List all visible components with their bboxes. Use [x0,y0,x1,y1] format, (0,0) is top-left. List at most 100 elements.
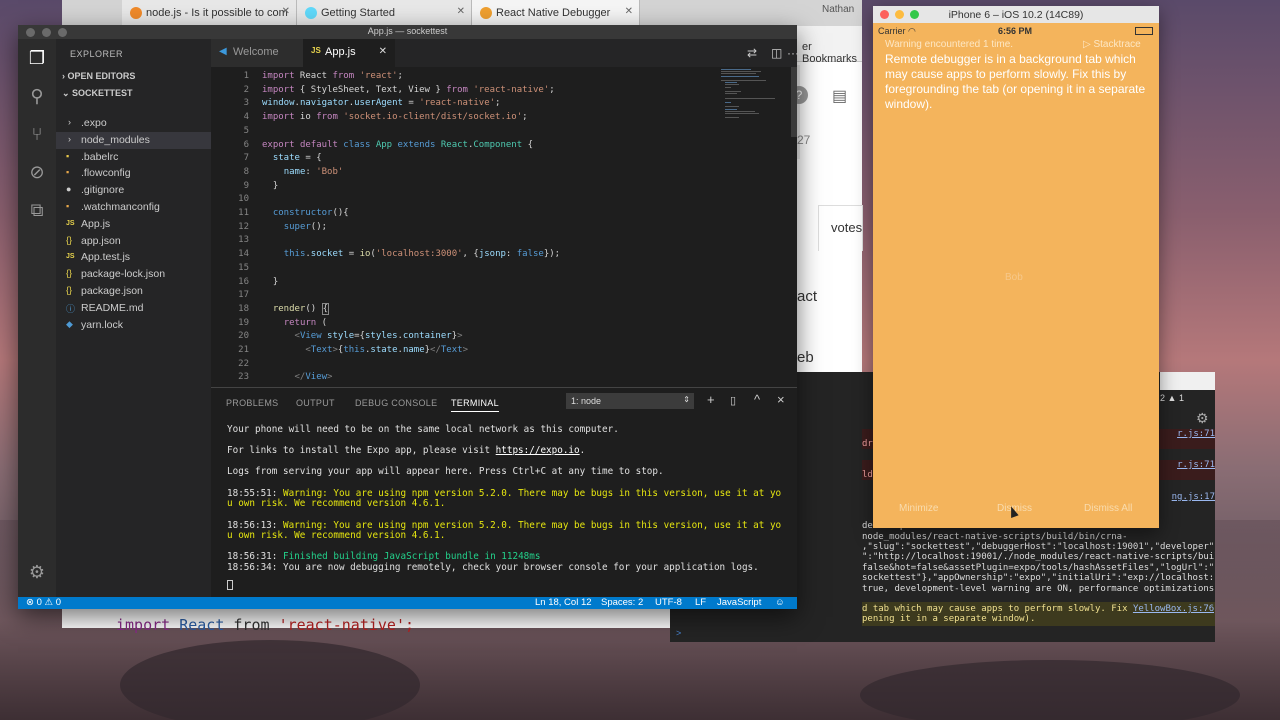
close-window-button[interactable] [880,10,889,19]
close-tab-icon[interactable]: ✕ [379,46,387,57]
chrome-tab[interactable]: Getting Started ✕ [297,0,472,26]
code-line[interactable]: 15 [211,263,721,277]
maximize-panel-icon[interactable]: ^ [754,392,760,407]
open-editors-section[interactable]: › OPEN EDITORS [62,71,135,81]
chrome-tab[interactable]: React Native Debugger ✕ [472,0,640,26]
code-line[interactable]: 9 } [211,181,721,195]
split-editor-icon[interactable]: ◫ [771,46,782,60]
code-line[interactable]: 20 <View style={styles.container}> [211,331,721,345]
encoding-status[interactable]: UTF-8 [655,597,682,608]
cursor-position[interactable]: Ln 18, Col 12 [535,597,592,608]
explorer-item[interactable]: › .expo [56,115,211,132]
chrome-user-name[interactable]: Nathan [822,4,854,15]
minimize-window-button[interactable] [42,28,51,37]
chrome-tab[interactable]: node.js - Is it possible to com ✕ [122,0,297,26]
code-line[interactable]: 3 window.navigator.userAgent = 'react-nat… [211,98,721,112]
explorer-item[interactable]: ▪ .watchmanconfig [56,199,211,216]
code-line[interactable]: 4 import io from 'socket.io-client/dist/s… [211,112,721,126]
code-line[interactable]: 8 name: 'Bob' [211,167,721,181]
tab-app-js[interactable]: JS App.js ✕ [303,39,395,67]
devtools-prompt[interactable]: > [676,628,681,638]
terminal-line: u own risk. We recommend version 4.6.1. [227,530,446,541]
zoom-window-button[interactable] [910,10,919,19]
tab-problems[interactable]: PROBLEMS [226,398,278,408]
explorer-item[interactable]: JS App.js [56,216,211,233]
window-title: App.js — sockettest [367,26,448,36]
minimize-button[interactable]: Minimize [899,503,938,514]
open-changes-icon[interactable]: ⇄ [747,46,757,60]
minimap-line [725,84,739,86]
code-line[interactable]: 23 </View> [211,372,721,386]
other-bookmarks[interactable]: er Bookmarks [802,41,862,65]
code-line[interactable]: 5 [211,126,721,140]
debug-icon[interactable]: ⊘ [26,161,48,183]
close-panel-icon[interactable]: × [777,392,785,407]
devtools-settings-icon[interactable]: ⚙ [1196,410,1209,427]
tab-terminal[interactable]: TERMINAL [451,398,499,412]
close-tab-icon[interactable]: ✕ [457,6,465,17]
tab-debug-console[interactable]: DEBUG CONSOLE [355,398,437,408]
explorer-item[interactable]: › node_modules [56,131,211,149]
tab-welcome[interactable]: ◀ Welcome [211,39,303,67]
indentation-status[interactable]: Spaces: 2 [601,597,643,608]
explorer-item[interactable]: ● .gitignore [56,182,211,199]
project-section[interactable]: ⌄ SOCKETTEST [62,88,133,99]
code-line[interactable]: 18 render() { [211,302,721,318]
code-line[interactable]: 10 [211,194,721,208]
editor-scrollbar[interactable] [791,67,797,137]
code-line[interactable]: 22 [211,359,721,373]
extensions-icon[interactable]: ⧉ [26,199,48,221]
line-content: <Text>{this.state.name}</Text> [305,345,468,355]
new-terminal-icon[interactable]: + [707,392,715,407]
code-line[interactable]: 17 [211,290,721,304]
zoom-window-button[interactable] [58,28,67,37]
explorer-item[interactable]: ⓘ README.md [56,300,211,317]
inbox-icon[interactable]: ▤ [832,86,850,105]
search-icon[interactable]: ⚲ [26,85,48,107]
code-line[interactable]: 1 import React from 'react'; [211,71,721,85]
minimap[interactable] [721,67,781,127]
terminal-select[interactable]: 1: node ⇕ [566,393,694,409]
close-tab-icon[interactable]: ✕ [625,6,633,17]
code-line[interactable]: 7 state = { [211,153,721,167]
language-mode[interactable]: JavaScript [717,597,761,608]
code-editor[interactable]: 1 import React from 'react'; 2 import { Sty… [211,67,797,387]
code-line[interactable]: 16 } [211,277,721,291]
minimap-line [721,69,751,70]
explorer-item[interactable]: ▪ .babelrc [56,149,211,166]
code-line[interactable]: 6 export default class App extends React.… [211,140,721,154]
code-line[interactable]: 11 constructor(){ [211,208,721,222]
problems-status[interactable]: ⊗ 0 ⚠ 0 [26,597,61,608]
code-line[interactable]: 19 return ( [211,318,721,332]
close-window-button[interactable] [26,28,35,37]
explorer-item[interactable]: {} package-lock.json [56,266,211,283]
minimap-line [721,73,756,75]
explorer-item[interactable]: ◆ yarn.lock [56,317,211,334]
minimap-line [725,108,737,110]
tab-output[interactable]: OUTPUT [296,398,335,408]
settings-gear-icon[interactable]: ⚙ [26,561,48,583]
line-number: 4 [243,112,249,123]
minimap-line [725,82,737,84]
eol-status[interactable]: LF [695,597,706,608]
more-actions-icon[interactable]: ··· [787,46,799,60]
code-line[interactable]: 21 <Text>{this.state.name}</Text> [211,345,721,359]
explorer-item[interactable]: ▪ .flowconfig [56,165,211,182]
code-line[interactable]: 14 this.socket = io('localhost:3000', {j… [211,249,721,263]
explorer-item[interactable]: {} package.json [56,283,211,300]
code-line[interactable]: 2 import { StyleSheet, Text, View } from … [211,85,721,99]
code-line[interactable]: 12 super(); [211,222,721,236]
feedback-icon[interactable]: ☺ [775,597,785,608]
code-line[interactable]: 13 [211,235,721,249]
explorer-icon[interactable]: ❐ [26,47,48,69]
kill-terminal-icon[interactable]: ▯ [730,394,736,407]
source-control-icon[interactable]: ⑂ [26,123,48,145]
dismiss-all-button[interactable]: Dismiss All [1084,503,1132,514]
close-tab-icon[interactable]: ✕ [282,6,290,17]
line-number: 7 [243,153,249,164]
stacktrace-link[interactable]: ▷ Stacktrace [1083,39,1141,50]
explorer-item[interactable]: JS App.test.js [56,249,211,266]
line-content: constructor(){ [272,208,349,218]
explorer-item[interactable]: {} app.json [56,233,211,250]
minimize-window-button[interactable] [895,10,904,19]
